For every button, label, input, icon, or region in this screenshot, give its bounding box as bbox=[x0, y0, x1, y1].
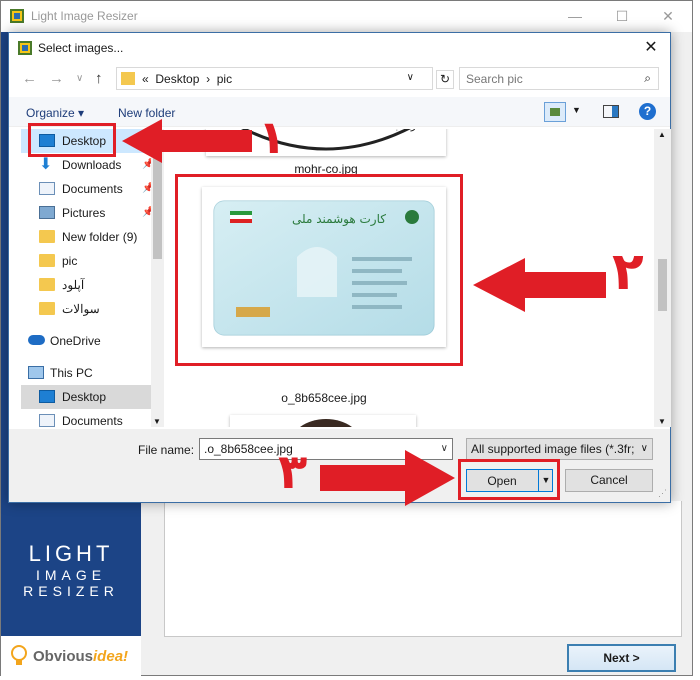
tree-scrollbar[interactable]: ▲ ▼ bbox=[151, 128, 164, 427]
scroll-up-icon[interactable]: ▲ bbox=[658, 130, 666, 139]
app-content-panel bbox=[164, 501, 682, 637]
portrait-image bbox=[300, 419, 352, 427]
tree-item-label: Documents bbox=[62, 414, 123, 427]
tree-item-label: OneDrive bbox=[50, 334, 101, 348]
file-type-dropdown-icon[interactable]: ∨ bbox=[638, 443, 648, 454]
maximize-button[interactable]: ☐ bbox=[600, 3, 644, 29]
vendor-prefix: Obvious bbox=[33, 648, 94, 665]
desktop-icon bbox=[39, 390, 55, 403]
navigation-tree: Desktop ⬇ Downloads 📌 Documents 📌 Pictur… bbox=[21, 129, 162, 427]
file-list-scroll-thumb[interactable] bbox=[658, 259, 667, 311]
search-icon[interactable]: ⌕ bbox=[644, 71, 651, 86]
tree-item-label: pic bbox=[62, 254, 78, 268]
dialog-titlebar: Select images... ✕ bbox=[9, 33, 670, 63]
onedrive-icon bbox=[28, 335, 45, 345]
path-overflow[interactable]: « bbox=[142, 72, 149, 86]
folder-icon bbox=[39, 278, 55, 291]
tree-item-upload[interactable]: آپلود bbox=[21, 273, 155, 297]
file-name-id-card[interactable]: o_8b658cee.jpg bbox=[202, 391, 446, 405]
file-name-label: File name: bbox=[138, 443, 195, 457]
lightbulb-icon bbox=[11, 645, 27, 665]
back-arrow-icon[interactable]: ← bbox=[22, 70, 37, 87]
tree-item-pictures[interactable]: Pictures 📌 bbox=[21, 201, 155, 225]
file-list-scrollbar[interactable]: ▲ ▼ bbox=[654, 129, 671, 427]
tree-item-label: New folder (9) bbox=[62, 230, 138, 244]
tree-item-onedrive[interactable]: OneDrive bbox=[21, 329, 155, 353]
tree-item-documents[interactable]: Documents 📌 bbox=[21, 177, 155, 201]
brand-logo: LIGHT IMAGE RESIZER bbox=[1, 541, 141, 599]
tree-item-label: This PC bbox=[50, 366, 93, 380]
dialog-title: Select images... bbox=[38, 41, 124, 55]
close-dialog-button[interactable]: ✕ bbox=[636, 35, 666, 61]
next-button[interactable]: Next > bbox=[567, 644, 676, 672]
search-box[interactable]: Search pic ⌕ bbox=[459, 67, 659, 90]
path-separator[interactable]: › bbox=[206, 72, 210, 86]
tree-item-new-folder-9[interactable]: New folder (9) bbox=[21, 225, 155, 249]
file-type-select[interactable]: All supported image files (*.3fr; ∨ bbox=[466, 438, 653, 460]
path-segment-pic[interactable]: pic bbox=[217, 72, 232, 86]
preview-pane-icon[interactable] bbox=[603, 105, 619, 118]
tree-item-pc-desktop[interactable]: Desktop bbox=[21, 385, 155, 409]
highlight-desktop-box bbox=[28, 123, 116, 157]
annotation-number-3: ۳ bbox=[278, 444, 308, 500]
search-placeholder[interactable]: Search pic bbox=[466, 72, 523, 86]
folder-icon bbox=[121, 72, 135, 85]
folder-icon bbox=[39, 230, 55, 243]
tree-item-label: سوالات bbox=[62, 302, 100, 316]
address-dropdown-chevron-icon[interactable]: ∨ bbox=[407, 72, 414, 83]
svg-text:ره ثبت : ۱۵۶: ره ثبت : ۱۵۶ bbox=[356, 129, 416, 132]
vendor-suffix: idea! bbox=[93, 648, 129, 665]
address-path: « Desktop › pic bbox=[142, 72, 232, 86]
view-dropdown-chevron-icon[interactable]: ▼ bbox=[572, 105, 581, 115]
navigation-bar: ← → ∨ ↑ « Desktop › pic ∨ ↻ Search pic ⌕ bbox=[9, 65, 670, 93]
brand-line-1: LIGHT bbox=[28, 541, 114, 566]
arrow-to-open bbox=[320, 450, 455, 506]
forward-arrow-icon[interactable]: → bbox=[49, 70, 64, 87]
folder-icon bbox=[39, 302, 55, 315]
vendor-logo: Obviousidea! bbox=[1, 636, 141, 677]
annotation-number-2: ۲ bbox=[612, 242, 644, 302]
resize-grip-icon[interactable]: ⋰ bbox=[658, 488, 667, 499]
highlight-open-box bbox=[458, 459, 560, 500]
folder-icon bbox=[39, 254, 55, 267]
minimize-button[interactable]: — bbox=[553, 3, 597, 29]
app-titlebar: Light Image Resizer — ☐ ✕ bbox=[1, 1, 692, 32]
pc-icon bbox=[28, 366, 44, 379]
app-logo-icon bbox=[10, 9, 24, 23]
documents-icon bbox=[39, 414, 55, 427]
brand-line-2: IMAGE bbox=[35, 567, 107, 583]
help-icon[interactable]: ? bbox=[639, 103, 656, 120]
pictures-icon bbox=[39, 206, 55, 219]
organize-menu[interactable]: Organize ▾ bbox=[26, 106, 84, 120]
documents-icon bbox=[39, 182, 55, 195]
tree-item-questions[interactable]: سوالات bbox=[21, 297, 155, 321]
close-app-button[interactable]: ✕ bbox=[646, 3, 690, 29]
tree-item-label: Pictures bbox=[62, 206, 106, 220]
scroll-down-icon[interactable]: ▼ bbox=[658, 417, 666, 426]
vendor-name: Obviousidea! bbox=[33, 648, 128, 665]
tree-item-label: آپلود bbox=[62, 278, 85, 292]
tree-item-label: Desktop bbox=[62, 390, 107, 404]
brand-line-3: RESIZER bbox=[23, 583, 119, 599]
cancel-button[interactable]: Cancel bbox=[565, 469, 653, 492]
file-type-value[interactable]: All supported image files (*.3fr; bbox=[471, 442, 634, 456]
tree-item-label: Documents bbox=[62, 182, 123, 196]
tree-item-this-pc[interactable]: This PC bbox=[21, 361, 155, 385]
recent-locations-chevron-icon[interactable]: ∨ bbox=[76, 73, 83, 84]
dialog-app-icon bbox=[18, 41, 32, 55]
tree-item-pc-documents[interactable]: Documents bbox=[21, 409, 155, 427]
file-thumbnail-portrait[interactable] bbox=[230, 415, 416, 427]
refresh-icon[interactable]: ↻ bbox=[436, 70, 454, 89]
view-options-icon[interactable] bbox=[544, 102, 566, 122]
highlight-file-box bbox=[175, 174, 463, 366]
path-segment-desktop[interactable]: Desktop bbox=[155, 72, 199, 86]
tree-item-pic[interactable]: pic bbox=[21, 249, 155, 273]
arrow-to-desktop bbox=[122, 119, 252, 163]
scroll-down-icon[interactable]: ▼ bbox=[153, 417, 161, 426]
up-arrow-icon[interactable]: ↑ bbox=[95, 70, 103, 87]
annotation-number-1: ۱ bbox=[258, 110, 287, 164]
app-title: Light Image Resizer bbox=[31, 9, 138, 23]
arrow-to-file bbox=[473, 258, 606, 312]
address-bar[interactable]: « Desktop › pic ∨ ↻ bbox=[116, 67, 454, 90]
